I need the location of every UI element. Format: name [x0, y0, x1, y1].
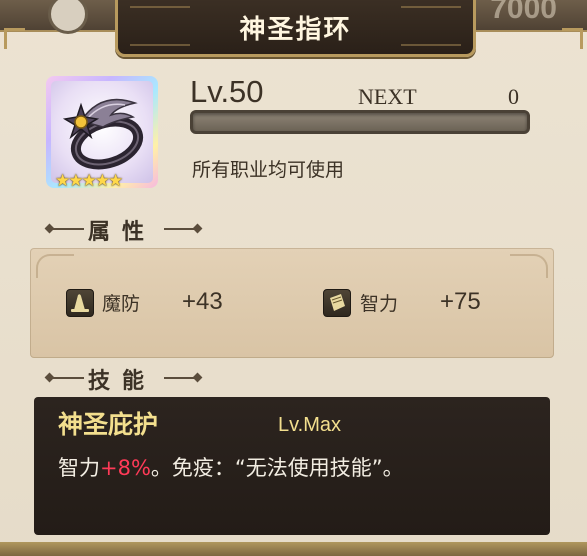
stat-value-magic-defense: +43: [182, 288, 223, 315]
title-plate: 神圣指环: [115, 0, 476, 57]
skill-name: 神圣庇护: [58, 410, 159, 439]
usable-by-text: 所有职业均可使用: [192, 159, 345, 181]
bottom-frame: [0, 542, 587, 556]
stat-label-intelligence: 智力: [360, 293, 399, 315]
header-divider: [52, 228, 84, 230]
skill-desc-suffix: 。免疫：“无法使用技能”。: [150, 456, 404, 480]
wizard-hat-icon: [66, 289, 94, 317]
scroll-icon: [323, 289, 351, 317]
header-divider: [164, 228, 196, 230]
item-title: 神圣指环: [239, 15, 352, 45]
header-divider: [52, 377, 84, 379]
frame-corner-left: [4, 28, 25, 49]
frame-corner-right: [562, 28, 583, 49]
rarity-stars: ★★★★★: [55, 171, 123, 191]
faded-currency-count: 7000: [490, 0, 557, 25]
stat-value-intelligence: +75: [440, 288, 481, 315]
attributes-header-label: 属性: [88, 220, 157, 245]
header-divider: [164, 377, 196, 379]
menu-button[interactable]: [48, 0, 88, 34]
item-level: Lv.50: [190, 74, 264, 109]
skill-description: 智力+8%。免疫：“无法使用技能”。: [58, 452, 404, 482]
next-label: NEXT: [358, 84, 417, 109]
skills-header-label: 技能: [88, 369, 157, 394]
next-value: 0: [508, 84, 519, 109]
skill-level: Lv.Max: [278, 414, 341, 436]
ring-icon: [51, 81, 153, 183]
skills-header: 技能: [42, 363, 212, 394]
stat-label-magic-defense: 魔防: [102, 293, 141, 315]
experience-bar: [190, 110, 530, 134]
attributes-header: 属性: [42, 214, 212, 245]
header-ornament-icon: [192, 372, 203, 383]
header-ornament-icon: [192, 223, 203, 234]
skill-desc-prefix: 智力: [58, 456, 100, 480]
skill-desc-highlight: +8%: [100, 456, 151, 480]
